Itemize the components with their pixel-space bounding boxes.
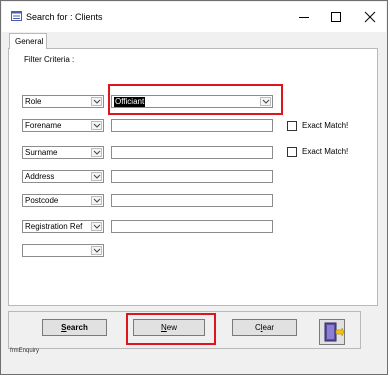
- field-selector-label: Surname: [25, 148, 58, 157]
- minimize-icon: [299, 17, 309, 18]
- field-selector-label: Postcode: [25, 196, 59, 205]
- window-title: Search for : Clients: [26, 12, 103, 22]
- exit-door-icon: [324, 322, 345, 342]
- field-selector-registration-ref[interactable]: Registration Ref: [22, 220, 104, 233]
- title-bar[interactable]: Search for : Clients: [2, 2, 386, 32]
- address-input[interactable]: [111, 170, 273, 183]
- postcode-input[interactable]: [111, 194, 273, 207]
- exact-match-label: Exact Match!: [302, 121, 349, 130]
- field-selector-empty[interactable]: [22, 244, 104, 257]
- chevron-down-icon[interactable]: [91, 246, 102, 255]
- maximize-button[interactable]: [326, 7, 346, 27]
- form-icon: [11, 11, 22, 23]
- form-name-label: frmEnquiry: [10, 348, 40, 354]
- field-selector-forename[interactable]: Forename: [22, 119, 104, 132]
- forename-input[interactable]: [111, 119, 273, 132]
- close-button[interactable]: [360, 7, 380, 27]
- field-selector-surname[interactable]: Surname: [22, 146, 104, 159]
- field-selector-address[interactable]: Address: [22, 170, 104, 183]
- highlight-role-value: [108, 84, 283, 115]
- clear-button[interactable]: Clear: [232, 319, 297, 336]
- chevron-down-icon[interactable]: [91, 97, 102, 106]
- search-label-rest: earch: [66, 323, 88, 332]
- search-button[interactable]: Search: [42, 319, 107, 336]
- field-selector-label: Registration Ref: [25, 222, 83, 231]
- filter-criteria-label: Filter Criteria :: [24, 55, 75, 64]
- exact-match-label: Exact Match!: [302, 147, 349, 156]
- highlight-new-button: [126, 313, 216, 345]
- chevron-down-icon[interactable]: [91, 172, 102, 181]
- field-selector-postcode[interactable]: Postcode: [22, 194, 104, 207]
- chevron-down-icon[interactable]: [91, 121, 102, 130]
- minimize-button[interactable]: [294, 7, 314, 27]
- field-selector-role[interactable]: Role: [22, 95, 104, 108]
- exit-button[interactable]: [319, 319, 345, 345]
- tab-general[interactable]: General: [9, 33, 47, 49]
- maximize-icon: [331, 12, 341, 22]
- field-selector-label: Role: [25, 97, 42, 106]
- field-selector-label: Forename: [25, 121, 62, 130]
- close-icon: [364, 11, 376, 23]
- chevron-down-icon[interactable]: [91, 148, 102, 157]
- clear-label-rest: ear: [262, 323, 275, 332]
- chevron-down-icon[interactable]: [91, 196, 102, 205]
- surname-input[interactable]: [111, 146, 273, 159]
- registration-ref-input[interactable]: [111, 220, 273, 233]
- forename-exact-match-checkbox[interactable]: [287, 121, 297, 131]
- field-selector-label: Address: [25, 172, 55, 181]
- surname-exact-match-checkbox[interactable]: [287, 147, 297, 157]
- chevron-down-icon[interactable]: [91, 222, 102, 231]
